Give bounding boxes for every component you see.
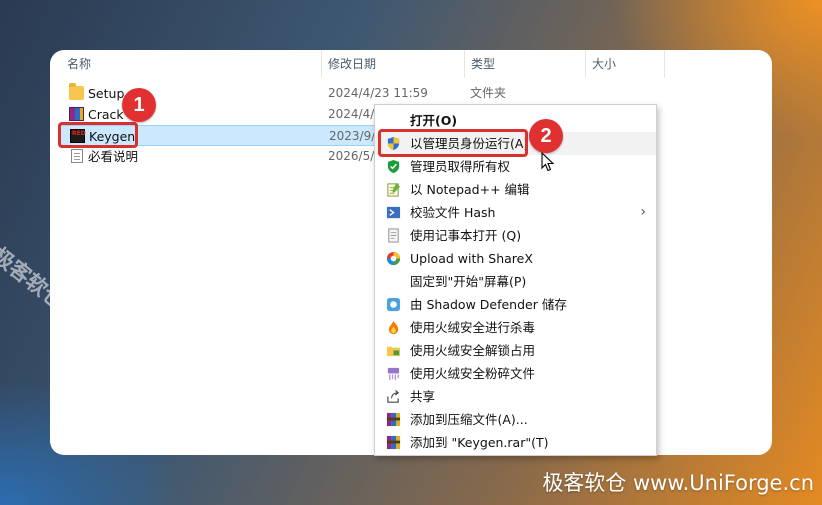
- unlock-folder-icon: [386, 346, 401, 357]
- winrar-icon: [386, 412, 401, 427]
- column-divider[interactable]: [321, 50, 322, 78]
- mouse-cursor-icon: [541, 152, 555, 172]
- menu-item-label: 由 Shadow Defender 储存: [410, 297, 567, 312]
- menu-item-shadow-defender[interactable]: 由 Shadow Defender 储存: [375, 293, 656, 316]
- notepadpp-icon: [387, 182, 401, 197]
- hash-icon: [386, 206, 401, 219]
- watermark-bottom: 极客软仓 www.UniForge.cn: [542, 471, 814, 495]
- shadow-defender-icon: [386, 297, 401, 312]
- menu-item-huorong-shred[interactable]: 使用火绒安全粉碎文件: [375, 362, 656, 385]
- step-badge-2: 2: [529, 119, 563, 153]
- winrar-icon: [386, 435, 401, 450]
- column-divider[interactable]: [464, 50, 465, 78]
- column-header-date[interactable]: 修改日期: [328, 50, 376, 78]
- step-badge-1: 1: [122, 88, 156, 122]
- menu-item-label: 共享: [410, 389, 436, 404]
- highlight-box-run-as-admin: [378, 129, 528, 157]
- file-name: Setup: [88, 86, 125, 101]
- huorong-icon: [388, 320, 399, 335]
- menu-item-notepadpp[interactable]: 以 Notepad++ 编辑: [375, 178, 656, 201]
- menu-item-label: 使用记事本打开 (Q): [410, 228, 522, 243]
- menu-item-label: 添加到 "Keygen.rar"(T): [410, 435, 549, 450]
- column-divider[interactable]: [585, 50, 586, 78]
- shredder-icon: [387, 367, 400, 381]
- share-icon: [387, 389, 400, 403]
- text-document-icon: [71, 149, 83, 163]
- menu-item-label: Upload with ShareX: [410, 251, 533, 266]
- rar-icon: [69, 107, 84, 121]
- menu-item-open-notepad[interactable]: 使用记事本打开 (Q): [375, 224, 656, 247]
- menu-item-label: 以 Notepad++ 编辑: [410, 182, 530, 197]
- green-shield-icon: [387, 159, 400, 174]
- column-header-name[interactable]: 名称: [67, 50, 91, 78]
- menu-item-label: 添加到压缩文件(A)...: [410, 412, 528, 427]
- menu-item-huorong-scan[interactable]: 使用火绒安全进行杀毒: [375, 316, 656, 339]
- menu-item-take-ownership[interactable]: 管理员取得所有权: [375, 155, 656, 178]
- sort-ascending-icon: ⌃: [187, 50, 195, 55]
- column-header-size[interactable]: 大小: [592, 50, 616, 78]
- folder-icon: [69, 83, 84, 100]
- menu-item-label: 使用火绒安全进行杀毒: [410, 320, 536, 335]
- column-header-type[interactable]: 类型: [471, 50, 495, 78]
- column-divider[interactable]: [664, 50, 665, 78]
- menu-item-huorong-unlock[interactable]: 使用火绒安全解锁占用: [375, 339, 656, 362]
- menu-item-label: 使用火绒安全粉碎文件: [410, 366, 536, 381]
- file-name: 必看说明: [88, 149, 139, 164]
- menu-item-pin-start[interactable]: 固定到"开始"屏幕(P): [375, 270, 656, 293]
- highlight-box-keygen: [58, 122, 138, 148]
- file-date: 2026/5/: [328, 149, 375, 163]
- chevron-right-icon: ›: [640, 204, 646, 220]
- menu-item-share[interactable]: 共享: [375, 385, 656, 408]
- menu-item-sharex[interactable]: Upload with ShareX: [375, 247, 656, 270]
- notepad-icon: [388, 228, 399, 243]
- menu-item-label: 固定到"开始"屏幕(P): [410, 274, 527, 289]
- menu-item-label: 使用火绒安全解锁占用: [410, 343, 536, 358]
- sharex-icon: [386, 251, 401, 266]
- menu-item-label: 管理员取得所有权: [410, 159, 511, 174]
- menu-item-hash[interactable]: 校验文件 Hash ›: [375, 201, 656, 224]
- menu-item-add-archive[interactable]: 添加到压缩文件(A)...: [375, 408, 656, 431]
- file-date: 2024/4/: [328, 107, 375, 121]
- file-date: 2023/9/: [329, 129, 376, 143]
- file-type: 文件夹: [470, 86, 507, 100]
- menu-item-label: 校验文件 Hash: [410, 205, 496, 220]
- file-date: 2024/4/23 11:59: [328, 86, 428, 100]
- menu-item-add-keygen-rar[interactable]: 添加到 "Keygen.rar"(T): [375, 431, 656, 454]
